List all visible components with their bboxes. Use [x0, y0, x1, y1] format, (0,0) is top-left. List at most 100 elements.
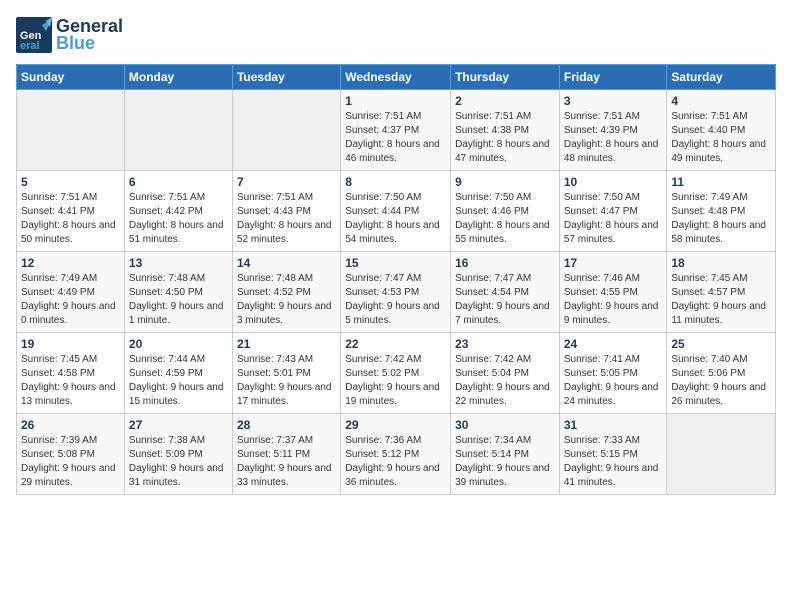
day-number: 31: [564, 418, 663, 432]
calendar-cell: 1 Sunrise: 7:51 AM Sunset: 4:37 PM Daylig…: [341, 90, 451, 171]
day-number: 6: [129, 175, 228, 189]
day-number: 27: [129, 418, 228, 432]
day-info: Sunrise: 7:42 AM Sunset: 5:02 PM Dayligh…: [345, 353, 446, 409]
day-header-wednesday: Wednesday: [341, 65, 451, 90]
day-number: 1: [345, 94, 446, 108]
calendar-week-5: 26Sunrise: 7:39 AM Sunset: 5:08 PM Dayli…: [17, 414, 776, 495]
day-number: 12: [21, 256, 120, 270]
day-number: 29: [345, 418, 446, 432]
day-info: Sunrise: 7:46 AM Sunset: 4:55 PM Dayligh…: [564, 272, 663, 328]
calendar-cell: 16Sunrise: 7:47 AM Sunset: 4:54 PM Dayli…: [451, 252, 560, 333]
calendar-cell: 28 Sunrise: 7:37 AM Sunset: 5:11 PM Dayli…: [232, 414, 340, 495]
day-number: 10: [564, 175, 663, 189]
calendar-cell: 11Sunrise: 7:49 AM Sunset: 4:48 PM Dayli…: [667, 171, 776, 252]
day-number: 13: [129, 256, 228, 270]
day-info: Sunrise: 7:50 AM Sunset: 4:44 PM Dayligh…: [345, 191, 446, 247]
day-info: Sunrise: 7:42 AM Sunset: 5:04 PM Dayligh…: [455, 353, 555, 409]
day-info: Sunrise: 7:33 AM Sunset: 5:15 PM Dayligh…: [564, 434, 663, 490]
day-info: Sunrise: 7:51 AM Sunset: 4:39 PM Dayligh…: [564, 110, 663, 166]
calendar-cell: 20Sunrise: 7:44 AM Sunset: 4:59 PM Dayli…: [124, 333, 232, 414]
calendar-cell: 23 Sunrise: 7:42 AM Sunset: 5:04 PM Dayli…: [451, 333, 560, 414]
svg-text:eral: eral: [20, 40, 40, 52]
day-info: Sunrise: 7:45 AM Sunset: 4:57 PM Dayligh…: [671, 272, 771, 328]
calendar-cell: 7 Sunrise: 7:51 AM Sunset: 4:43 PM Daylig…: [232, 171, 340, 252]
calendar-cell: [17, 90, 125, 171]
calendar-cell: 15 Sunrise: 7:47 AM Sunset: 4:53 PM Dayli…: [341, 252, 451, 333]
day-number: 3: [564, 94, 663, 108]
logo-icon: Gen eral: [16, 17, 52, 53]
day-info: Sunrise: 7:41 AM Sunset: 5:05 PM Dayligh…: [564, 353, 663, 409]
calendar-cell: [232, 90, 340, 171]
day-header-friday: Friday: [559, 65, 667, 90]
calendar-cell: 6 Sunrise: 7:51 AM Sunset: 4:42 PM Daylig…: [124, 171, 232, 252]
calendar-cell: 24 Sunrise: 7:41 AM Sunset: 5:05 PM Dayli…: [559, 333, 667, 414]
day-info: Sunrise: 7:38 AM Sunset: 5:09 PM Dayligh…: [129, 434, 228, 490]
day-info: Sunrise: 7:39 AM Sunset: 5:08 PM Dayligh…: [21, 434, 120, 490]
day-number: 14: [237, 256, 336, 270]
calendar-week-4: 19 Sunrise: 7:45 AM Sunset: 4:58 PM Dayli…: [17, 333, 776, 414]
calendar-header-row: SundayMondayTuesdayWednesdayThursdayFrid…: [17, 65, 776, 90]
day-header-saturday: Saturday: [667, 65, 776, 90]
day-info: Sunrise: 7:34 AM Sunset: 5:14 PM Dayligh…: [455, 434, 555, 490]
day-info: Sunrise: 7:47 AM Sunset: 4:53 PM Dayligh…: [345, 272, 446, 328]
day-number: 19: [21, 337, 120, 351]
day-number: 7: [237, 175, 336, 189]
calendar-cell: 8 Sunrise: 7:50 AM Sunset: 4:44 PM Daylig…: [341, 171, 451, 252]
calendar-cell: 13 Sunrise: 7:48 AM Sunset: 4:50 PM Dayli…: [124, 252, 232, 333]
day-info: Sunrise: 7:49 AM Sunset: 4:49 PM Dayligh…: [21, 272, 120, 328]
calendar-cell: 4Sunrise: 7:51 AM Sunset: 4:40 PM Daylig…: [667, 90, 776, 171]
calendar-cell: 12 Sunrise: 7:49 AM Sunset: 4:49 PM Dayli…: [17, 252, 125, 333]
day-number: 23: [455, 337, 555, 351]
day-info: Sunrise: 7:51 AM Sunset: 4:38 PM Dayligh…: [455, 110, 555, 166]
day-header-sunday: Sunday: [17, 65, 125, 90]
calendar-cell: 30 Sunrise: 7:34 AM Sunset: 5:14 PM Dayli…: [451, 414, 560, 495]
day-number: 30: [455, 418, 555, 432]
calendar-cell: 27 Sunrise: 7:38 AM Sunset: 5:09 PM Dayli…: [124, 414, 232, 495]
day-info: Sunrise: 7:36 AM Sunset: 5:12 PM Dayligh…: [345, 434, 446, 490]
day-number: 2: [455, 94, 555, 108]
calendar-cell: 2 Sunrise: 7:51 AM Sunset: 4:38 PM Daylig…: [451, 90, 560, 171]
calendar-week-2: 5 Sunrise: 7:51 AM Sunset: 4:41 PM Daylig…: [17, 171, 776, 252]
calendar-cell: 29 Sunrise: 7:36 AM Sunset: 5:12 PM Dayli…: [341, 414, 451, 495]
day-info: Sunrise: 7:51 AM Sunset: 4:42 PM Dayligh…: [129, 191, 228, 247]
day-number: 4: [671, 94, 771, 108]
day-number: 9: [455, 175, 555, 189]
calendar-week-1: 1 Sunrise: 7:51 AM Sunset: 4:37 PM Daylig…: [17, 90, 776, 171]
day-number: 24: [564, 337, 663, 351]
day-info: Sunrise: 7:50 AM Sunset: 4:47 PM Dayligh…: [564, 191, 663, 247]
day-number: 28: [237, 418, 336, 432]
day-info: Sunrise: 7:48 AM Sunset: 4:50 PM Dayligh…: [129, 272, 228, 328]
calendar-cell: 17 Sunrise: 7:46 AM Sunset: 4:55 PM Dayli…: [559, 252, 667, 333]
day-number: 17: [564, 256, 663, 270]
calendar-cell: 22 Sunrise: 7:42 AM Sunset: 5:02 PM Dayli…: [341, 333, 451, 414]
calendar-cell: 9Sunrise: 7:50 AM Sunset: 4:46 PM Daylig…: [451, 171, 560, 252]
calendar-cell: 14Sunrise: 7:48 AM Sunset: 4:52 PM Dayli…: [232, 252, 340, 333]
calendar-cell: 18Sunrise: 7:45 AM Sunset: 4:57 PM Dayli…: [667, 252, 776, 333]
day-header-monday: Monday: [124, 65, 232, 90]
day-info: Sunrise: 7:45 AM Sunset: 4:58 PM Dayligh…: [21, 353, 120, 409]
day-info: Sunrise: 7:37 AM Sunset: 5:11 PM Dayligh…: [237, 434, 336, 490]
calendar-cell: 19 Sunrise: 7:45 AM Sunset: 4:58 PM Dayli…: [17, 333, 125, 414]
calendar-cell: 25Sunrise: 7:40 AM Sunset: 5:06 PM Dayli…: [667, 333, 776, 414]
calendar-table: SundayMondayTuesdayWednesdayThursdayFrid…: [16, 64, 776, 495]
day-info: Sunrise: 7:51 AM Sunset: 4:43 PM Dayligh…: [237, 191, 336, 247]
day-header-tuesday: Tuesday: [232, 65, 340, 90]
day-number: 8: [345, 175, 446, 189]
calendar-cell: 10 Sunrise: 7:50 AM Sunset: 4:47 PM Dayli…: [559, 171, 667, 252]
day-info: Sunrise: 7:43 AM Sunset: 5:01 PM Dayligh…: [237, 353, 336, 409]
day-info: Sunrise: 7:51 AM Sunset: 4:41 PM Dayligh…: [21, 191, 120, 247]
calendar-cell: 3 Sunrise: 7:51 AM Sunset: 4:39 PM Daylig…: [559, 90, 667, 171]
day-info: Sunrise: 7:49 AM Sunset: 4:48 PM Dayligh…: [671, 191, 771, 247]
day-info: Sunrise: 7:40 AM Sunset: 5:06 PM Dayligh…: [671, 353, 771, 409]
day-number: 5: [21, 175, 120, 189]
day-info: Sunrise: 7:51 AM Sunset: 4:37 PM Dayligh…: [345, 110, 446, 166]
day-number: 16: [455, 256, 555, 270]
calendar-cell: [667, 414, 776, 495]
calendar-cell: 21Sunrise: 7:43 AM Sunset: 5:01 PM Dayli…: [232, 333, 340, 414]
day-info: Sunrise: 7:44 AM Sunset: 4:59 PM Dayligh…: [129, 353, 228, 409]
calendar-cell: [124, 90, 232, 171]
logo: Gen eral General Blue: [16, 16, 123, 54]
calendar-cell: 26Sunrise: 7:39 AM Sunset: 5:08 PM Dayli…: [17, 414, 125, 495]
day-number: 22: [345, 337, 446, 351]
day-number: 15: [345, 256, 446, 270]
